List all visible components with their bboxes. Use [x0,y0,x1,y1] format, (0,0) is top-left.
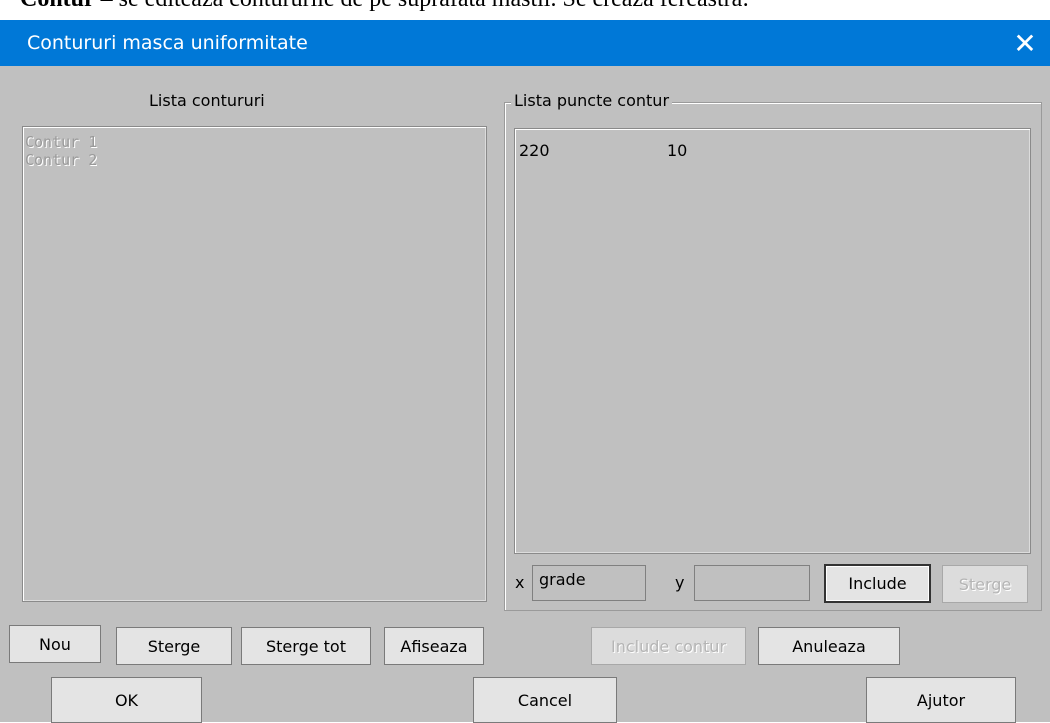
document-rest: – se editeaza contururile de pe suprafat… [95,0,749,12]
point-y-value: 10 [667,141,688,160]
window-title: Contururi masca uniformitate [27,32,308,54]
list-item[interactable]: Contur 1 [23,133,486,151]
points-listbox[interactable]: 220 10 [514,128,1031,554]
include-contur-button[interactable]: Include contur [591,627,746,665]
document-sentence: Contur – se editeaza contururile de pe s… [20,0,749,13]
points-group-caption: Lista puncte contur [511,91,673,110]
list-item[interactable]: Contur 2 [23,151,486,169]
anuleaza-button[interactable]: Anuleaza [758,627,900,665]
sterge-tot-button[interactable]: Sterge tot [241,627,371,665]
contour-dialog: Contururi masca uniformitate ✕ Lista con… [0,20,1050,723]
nou-button[interactable]: Nou [9,625,101,663]
x-label: x [515,573,525,592]
y-label: y [675,573,685,592]
sterge-button[interactable]: Sterge [116,627,232,665]
left-list-caption: Lista contururi [149,91,265,110]
ajutor-button[interactable]: Ajutor [866,677,1016,723]
point-x-value: 220 [519,141,550,160]
document-text-line: Contur – se editeaza contururile de pe s… [0,0,1050,20]
close-icon[interactable]: ✕ [1000,20,1050,66]
sterge-point-button[interactable]: Sterge [942,565,1028,603]
x-field[interactable]: grade [532,565,646,601]
y-field[interactable] [694,565,810,601]
ok-button[interactable]: OK [51,677,202,723]
include-button[interactable]: Include [824,564,931,603]
title-bar: Contururi masca uniformitate ✕ [0,20,1050,66]
document-bold-word: Contur [20,0,95,12]
cancel-button[interactable]: Cancel [473,677,617,723]
contour-listbox[interactable]: Contur 1 Contur 2 [22,126,487,602]
afiseaza-button[interactable]: Afiseaza [384,627,484,665]
